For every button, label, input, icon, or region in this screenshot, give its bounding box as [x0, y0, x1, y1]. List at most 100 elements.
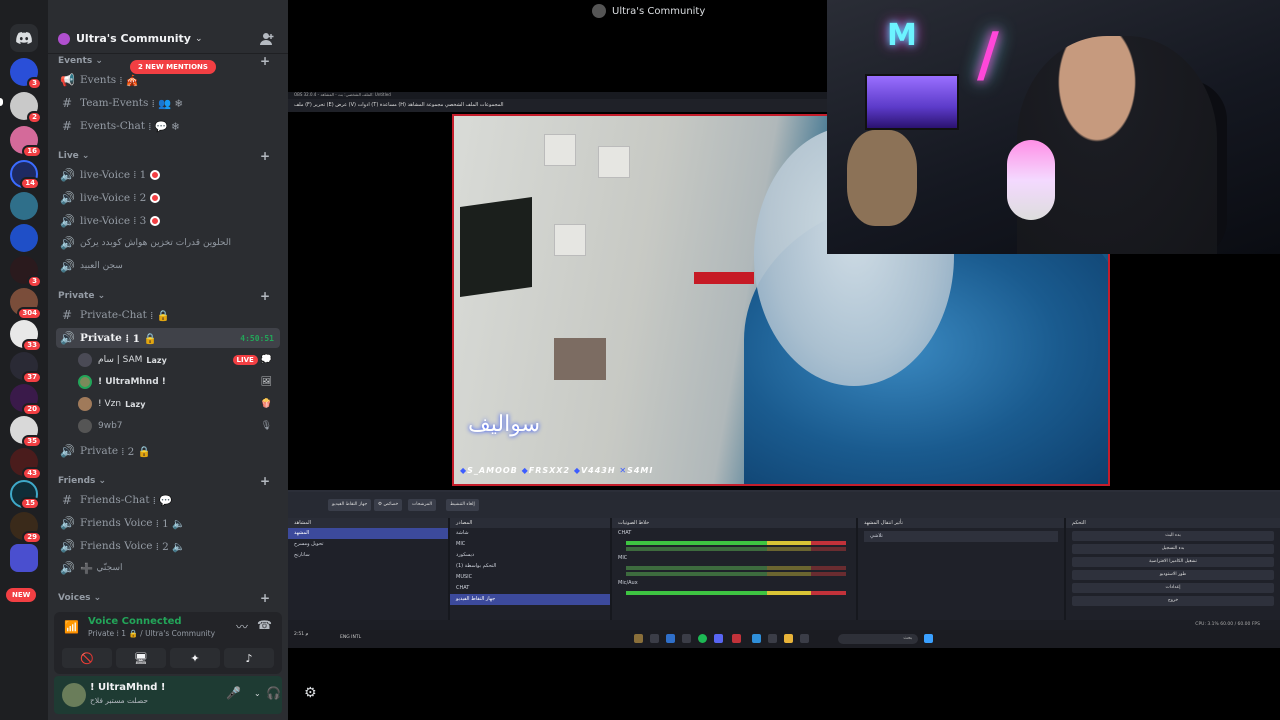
app-icon[interactable]	[666, 634, 675, 643]
source-item[interactable]: CHAT	[450, 583, 610, 594]
server-folder[interactable]	[10, 544, 38, 572]
channel-team-events[interactable]: # Team-Events ⁞ 👥 ❄	[56, 93, 280, 113]
taskbar-search[interactable]: بحث	[838, 634, 918, 644]
app-icon[interactable]	[800, 634, 809, 643]
server-icon[interactable]	[10, 224, 38, 252]
server-icon[interactable]: 2	[10, 92, 42, 124]
obs-tab[interactable]: جهاز التقاط الفيديو	[328, 499, 372, 511]
channel-friends-voice-1[interactable]: 🔊 Friends Voice ⁞ 1 🔈	[56, 513, 280, 533]
server-icon[interactable]: 3	[10, 256, 42, 288]
soundboard-button[interactable]: ♪	[224, 648, 274, 668]
category-friends[interactable]: Friends ⌄ +	[58, 474, 278, 488]
voice-user[interactable]: ! Vzn Lazy 🍿	[78, 394, 278, 414]
transition-select[interactable]: تلاشي	[864, 531, 1058, 542]
channel-ar-3[interactable]: 🔊 ➕ اسجنّي	[56, 558, 280, 578]
add-channel-icon[interactable]: +	[260, 591, 270, 605]
channel-events-chat[interactable]: # Events-Chat ⁞ 💬 ❄	[56, 116, 280, 136]
edge-icon[interactable]	[752, 634, 761, 643]
server-header[interactable]: Ultra's Community ⌄	[48, 24, 288, 54]
category-live[interactable]: Live ⌄ +	[58, 149, 278, 163]
source-item[interactable]: ديسكورد	[450, 550, 610, 561]
noise-suppression-icon[interactable]: 〰	[236, 618, 248, 635]
signal-icon[interactable]: 📶	[64, 620, 79, 634]
voice-user[interactable]: سام | SAM Lazy LIVE 💭	[78, 350, 278, 370]
app-icon[interactable]	[768, 634, 777, 643]
server-icon[interactable]: 304	[10, 288, 42, 320]
channel-live-voice-2[interactable]: 🔊 live-Voice ⁞ 2	[56, 188, 280, 208]
channel-friends-voice-2[interactable]: 🔊 Friends Voice ⁞ 2 🔈	[56, 536, 280, 556]
chevron-down-icon[interactable]: ⌄	[254, 689, 261, 698]
add-channel-icon[interactable]: +	[260, 54, 270, 68]
windows-start-icon[interactable]	[924, 634, 933, 643]
start-recording-button[interactable]: بدء التسجيل	[1072, 544, 1274, 554]
microphone-icon[interactable]: 🎤	[226, 686, 241, 700]
channel-private-chat[interactable]: # Private-Chat ⁞ 🔒	[56, 305, 280, 325]
gear-icon[interactable]: ⚙	[304, 685, 317, 701]
source-item[interactable]: MIC	[450, 539, 610, 550]
activities-button[interactable]: ✦	[170, 648, 220, 668]
server-icon[interactable]: 35	[10, 416, 42, 448]
scene-item[interactable]: المشهد	[288, 528, 448, 539]
camera-off-button[interactable]: 🚫	[62, 648, 112, 668]
voice-user[interactable]: 9wb7 🎙	[78, 416, 278, 436]
screen-share-button[interactable]: 🖥	[116, 648, 166, 668]
channel-live-voice-1[interactable]: 🔊 live-Voice ⁞ 1	[56, 165, 280, 185]
channel-live-voice-3[interactable]: 🔊 live-Voice ⁞ 3	[56, 211, 280, 231]
app-icon[interactable]	[732, 634, 741, 643]
server-icon[interactable]: 15	[10, 480, 40, 510]
taskbar-language[interactable]: ENG INTL	[340, 635, 361, 640]
server-icon[interactable]: 33	[10, 320, 42, 352]
discord-icon[interactable]	[714, 634, 723, 643]
server-icon[interactable]	[10, 192, 38, 220]
source-item[interactable]: شاشة	[450, 528, 610, 539]
exit-button[interactable]: خروج	[1072, 596, 1274, 606]
channel-private-1[interactable]: 🔊 Private ⁞ 1 🔒 4:50:51	[56, 328, 280, 348]
user-name[interactable]: ! UltraMhnd !	[90, 682, 165, 693]
channel-ar-1[interactable]: 🔊 الحلوين قدرات تخزين هواش كوبدد يركن	[56, 233, 280, 253]
settings-button[interactable]: إعدادات	[1072, 583, 1274, 593]
channel-private-2[interactable]: 🔊 Private ⁞ 2 🔒	[56, 441, 280, 461]
category-voices[interactable]: Voices ⌄ +	[58, 591, 278, 605]
category-private[interactable]: Private ⌄ +	[58, 289, 278, 303]
source-item[interactable]: التحكم بواسطة (1)	[450, 561, 610, 572]
app-icon[interactable]	[650, 634, 659, 643]
channel-events[interactable]: 📢 Events ⁞ 🎪	[56, 70, 280, 90]
server-icon[interactable]: 16	[10, 126, 42, 158]
server-icon[interactable]: 20	[10, 384, 42, 416]
server-icon[interactable]: 43	[10, 448, 42, 480]
spotify-icon[interactable]	[698, 634, 707, 643]
add-member-icon[interactable]	[260, 32, 274, 46]
obs-tab[interactable]: ⚙ خصائص	[374, 499, 403, 511]
mixer-channel[interactable]: Mic/Aux	[612, 578, 856, 589]
server-icon[interactable]: 14	[10, 160, 40, 190]
channel-friends-chat[interactable]: # Friends-Chat ⁞ 💬	[56, 490, 280, 510]
add-channel-icon[interactable]: +	[260, 289, 270, 303]
folder-icon[interactable]	[784, 634, 793, 643]
source-item[interactable]: MUSIC	[450, 572, 610, 583]
channel-ar-2[interactable]: 🔊 سجن العبيد	[56, 256, 280, 276]
mixer-channel[interactable]: MIC	[612, 553, 856, 564]
voice-user[interactable]: ! UltraMhnd ! 🖼	[78, 372, 278, 392]
discord-home-button[interactable]	[10, 24, 38, 52]
source-item[interactable]: جهاز التقاط الفيديو	[450, 594, 610, 605]
avatar[interactable]	[62, 683, 86, 707]
add-channel-icon[interactable]: +	[260, 149, 270, 163]
mixer-channel[interactable]: CHAT	[612, 528, 856, 539]
obs-tab[interactable]: المرشحات	[408, 499, 436, 511]
virtual-camera-button[interactable]: تشغيل الكاميرا الافتراضية	[1072, 557, 1274, 567]
app-icon[interactable]	[634, 634, 643, 643]
scene-item[interactable]: تحويل ومسرح	[288, 539, 448, 550]
headphones-icon[interactable]: 🎧	[266, 686, 281, 700]
new-badge[interactable]: NEW	[6, 588, 37, 602]
scene-item[interactable]: ساتارنج	[288, 550, 448, 561]
disconnect-icon[interactable]: ☎	[257, 618, 272, 632]
obs-tab[interactable]: إلغاء التنشيط	[446, 499, 479, 511]
server-icon[interactable]: 3	[10, 58, 42, 90]
add-channel-icon[interactable]: +	[260, 474, 270, 488]
app-icon[interactable]	[682, 634, 691, 643]
server-icon[interactable]: 37	[10, 352, 42, 384]
voice-location[interactable]: Private ⁞ 1 🔒 / Ultra's Community	[88, 629, 215, 638]
server-icon[interactable]: 29	[10, 512, 42, 544]
start-streaming-button[interactable]: بدء البث	[1072, 531, 1274, 541]
studio-mode-button[interactable]: طور الاستوديو	[1072, 570, 1274, 580]
